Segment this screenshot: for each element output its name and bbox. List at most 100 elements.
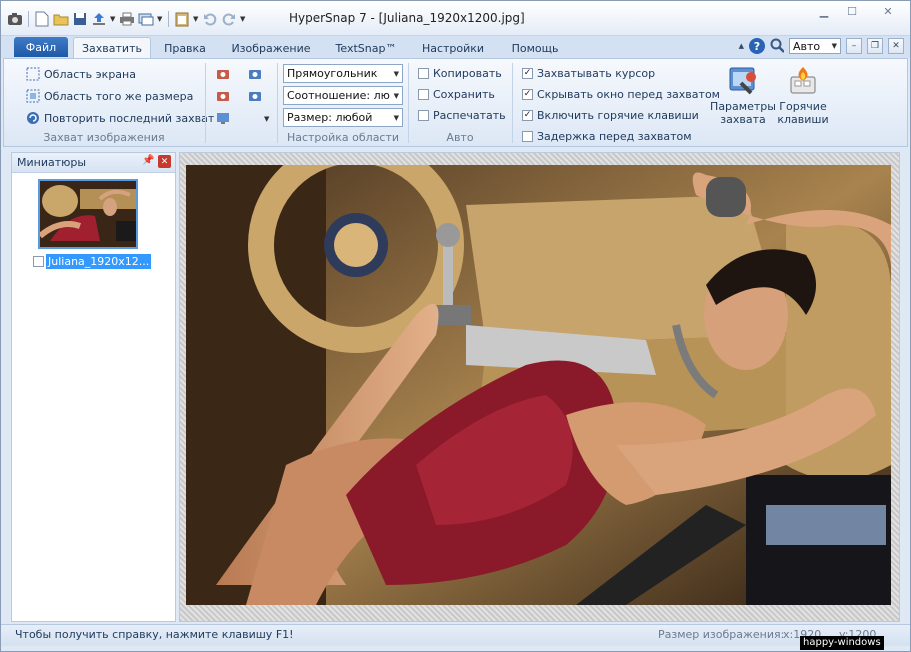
capture-delay-checkbox[interactable]: Задержка перед захватом <box>522 130 692 143</box>
undo-icon[interactable] <box>202 11 218 27</box>
capture-region-button[interactable]: Область экрана <box>26 67 136 81</box>
capture-window-icon[interactable] <box>216 67 230 81</box>
chevron-down-icon: ▼ <box>393 91 399 100</box>
thumbnail-checkbox[interactable] <box>33 256 44 267</box>
checkbox-checked[interactable]: ✓ <box>522 68 533 79</box>
ratio-select[interactable]: Соотношение: лю ▼ <box>283 86 403 105</box>
doc-minimize-button[interactable]: – <box>846 38 862 54</box>
capture-settings-label-2: захвата <box>720 113 766 126</box>
ratio-value: Соотношение: лю <box>287 89 390 102</box>
chevron-down-icon[interactable]: ▼ <box>264 115 269 123</box>
capture-scroll-icon[interactable] <box>248 67 262 81</box>
ribbon-collapse-icon[interactable]: ▲ <box>739 42 744 50</box>
tab-settings[interactable]: Настройки <box>413 38 493 58</box>
tab-capture[interactable]: Захватить <box>73 37 151 59</box>
capture-button-icon[interactable] <box>216 89 230 103</box>
watermark: happy-windows <box>800 636 884 650</box>
hide-window-checkbox[interactable]: ✓ Скрывать окно перед захватом <box>522 88 720 101</box>
capture-cursor-label: Захватывать курсор <box>537 67 656 80</box>
toolbar-separator <box>168 11 169 27</box>
chevron-down-icon: ▼ <box>393 113 399 122</box>
zoom-value: Авто <box>793 39 821 53</box>
shape-select[interactable]: Прямоугольник ▼ <box>283 64 403 83</box>
copy-screen-icon[interactable] <box>138 11 154 27</box>
zoom-select[interactable]: Авто ▼ <box>789 38 841 54</box>
maximize-button[interactable]: ☐ <box>838 1 866 21</box>
capture-same-size-button[interactable]: Область того же размера <box>26 89 193 103</box>
help-icon[interactable]: ? <box>749 38 765 54</box>
open-folder-icon[interactable] <box>53 11 69 27</box>
capture-group: Область экрана Область того же размера П… <box>4 59 214 146</box>
toolbar-separator <box>28 11 29 27</box>
thumbnail-image[interactable] <box>38 179 138 249</box>
capture-settings-icon <box>727 65 759 100</box>
close-button[interactable]: ✕ <box>866 1 910 21</box>
pin-icon[interactable]: 📌 <box>142 155 154 166</box>
auto-save-checkbox[interactable]: Сохранить <box>418 88 495 101</box>
region-settings-group: Прямоугольник ▼ Соотношение: лю ▼ Размер: … <box>280 59 406 146</box>
repeat-capture-icon <box>26 111 40 125</box>
quick-access-toolbar: ▼ ▼ ▼ ▼ <box>7 9 246 29</box>
title-bar: ▼ ▼ ▼ ▼ HyperSnap 7 - [Juliana_1920x1200… <box>1 1 910 36</box>
redo-icon[interactable] <box>221 11 237 27</box>
tab-help[interactable]: Помощь <box>501 38 569 58</box>
app-camera-icon[interactable] <box>7 11 23 27</box>
thumbnail-label[interactable]: Juliana_1920x12... <box>46 254 152 269</box>
tab-textsnap[interactable]: TextSnap™ <box>329 38 403 58</box>
checkbox-checked[interactable]: ✓ <box>522 110 533 121</box>
window-controls: ▁ ☐ ✕ <box>810 1 910 21</box>
checkbox[interactable] <box>418 89 429 100</box>
search-icon[interactable] <box>770 38 784 53</box>
tab-edit[interactable]: Правка <box>159 38 211 58</box>
save-icon[interactable] <box>72 11 88 27</box>
auto-copy-checkbox[interactable]: Копировать <box>418 67 502 80</box>
checkbox[interactable] <box>522 131 533 142</box>
checkbox[interactable] <box>418 110 429 121</box>
auto-group: Копировать Сохранить Распечатать Авто <box>410 59 510 146</box>
group-separator <box>277 63 278 143</box>
enable-hotkeys-checkbox[interactable]: ✓ Включить горячие клавиши <box>522 109 699 122</box>
thumbnails-header: Миниатюры 📌 ✕ <box>12 153 175 173</box>
same-size-region-icon <box>26 89 40 103</box>
image-canvas[interactable] <box>179 152 900 622</box>
size-value: Размер: любой <box>287 111 373 124</box>
status-bar: Чтобы получить справку, нажмите клавишу … <box>1 624 910 646</box>
doc-restore-button[interactable]: ❐ <box>867 38 883 54</box>
minimize-button[interactable]: ▁ <box>810 1 838 21</box>
auto-copy-label: Копировать <box>433 67 502 80</box>
group-separator <box>512 63 513 143</box>
hotkeys-icon <box>787 65 819 100</box>
upload-icon[interactable] <box>91 11 107 27</box>
repeat-last-capture-button[interactable]: Повторить последний захват <box>26 111 214 125</box>
capture-cursor-checkbox[interactable]: ✓ Захватывать курсор <box>522 67 655 80</box>
capture-full-screen-icon[interactable] <box>216 111 230 125</box>
print-icon[interactable] <box>119 11 135 27</box>
chevron-down-icon[interactable]: ▼ <box>193 15 199 23</box>
checkbox-checked[interactable]: ✓ <box>522 89 533 100</box>
thumbnails-title: Миниатюры <box>17 156 87 169</box>
tab-image[interactable]: Изображение <box>223 38 319 58</box>
customize-icon[interactable]: ▼ <box>240 15 246 23</box>
checkbox[interactable] <box>418 68 429 79</box>
chevron-down-icon[interactable]: ▼ <box>110 15 116 23</box>
capture-group-label: Захват изображения <box>43 131 165 144</box>
hotkeys-label-1: Горячие <box>779 100 827 113</box>
capture-active-window-icon[interactable] <box>248 89 262 103</box>
clipboard-icon[interactable] <box>174 11 190 27</box>
close-panel-icon[interactable]: ✕ <box>158 155 171 168</box>
hotkeys-button[interactable]: Горячие клавиши <box>776 65 830 126</box>
ribbon-tabs: Файл Захватить Правка Изображение TextSn… <box>1 36 910 59</box>
chevron-down-icon[interactable]: ▼ <box>157 15 163 23</box>
capture-settings-button[interactable]: Параметры захвата <box>710 65 776 126</box>
tab-file[interactable]: Файл <box>14 37 68 57</box>
thumbnails-panel: Миниатюры 📌 ✕ Juliana_1920x12... <box>11 152 176 622</box>
status-help-text: Чтобы получить справку, нажмите клавишу … <box>15 628 294 641</box>
ribbon-right-controls: ▲ ? Авто ▼ – ❐ ✕ <box>739 38 904 54</box>
doc-close-button[interactable]: ✕ <box>888 38 904 54</box>
capture-region-label: Область экрана <box>44 67 136 81</box>
size-select[interactable]: Размер: любой ▼ <box>283 108 403 127</box>
new-document-icon[interactable] <box>34 11 50 27</box>
auto-print-checkbox[interactable]: Распечатать <box>418 109 506 122</box>
hotkeys-label-2: клавиши <box>777 113 829 126</box>
options-group: ✓ Захватывать курсор ✓ Скрывать окно перед… <box>514 59 720 146</box>
